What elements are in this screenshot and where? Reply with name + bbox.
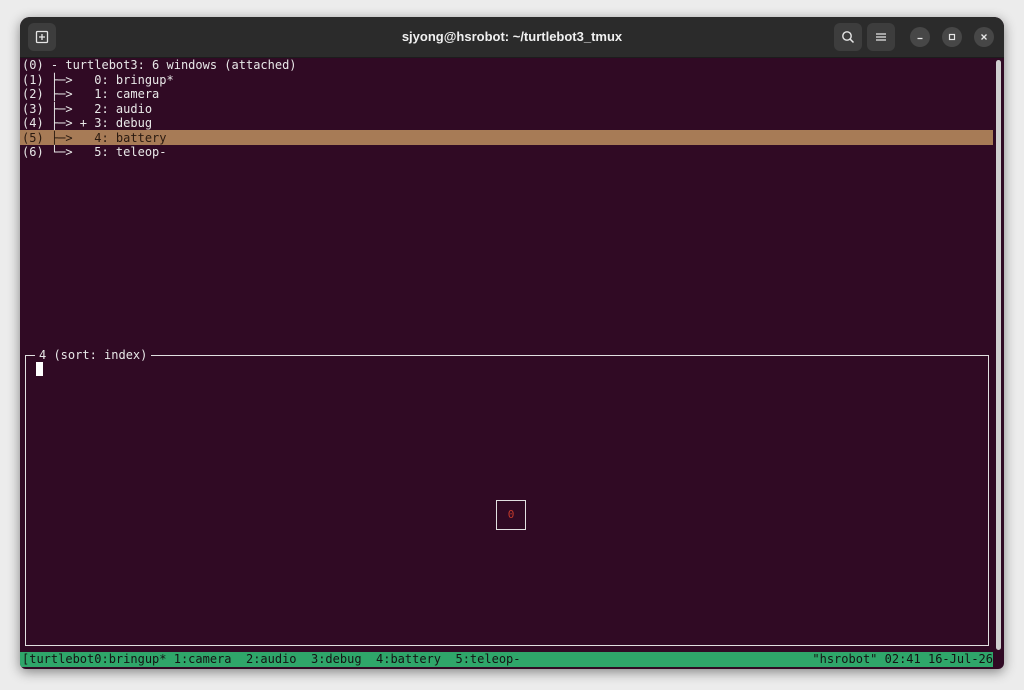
terminal-content[interactable]: (0) - turtlebot3: 6 windows (attached) (… xyxy=(20,58,1004,669)
tree-window-line[interactable]: (6) └─> 5: teleop- xyxy=(22,145,167,160)
minimize-button[interactable] xyxy=(910,27,930,47)
pane-number-indicator: 0 xyxy=(496,500,526,530)
maximize-icon xyxy=(948,33,956,41)
tree-window-line-selected[interactable]: (5) ├─> 4: battery xyxy=(22,131,167,146)
tree-window-line[interactable]: (3) ├─> 2: audio xyxy=(22,102,152,117)
tree-window-line[interactable]: (4) ├─> + 3: debug xyxy=(22,116,152,131)
scrollbar[interactable] xyxy=(996,60,1001,650)
tree-window-line[interactable]: (2) ├─> 1: camera xyxy=(22,87,159,102)
close-icon xyxy=(981,34,987,40)
search-button[interactable] xyxy=(834,23,862,51)
maximize-button[interactable] xyxy=(942,27,962,47)
search-icon xyxy=(842,31,855,44)
preview-label: 4 (sort: index) xyxy=(35,348,152,362)
menu-button[interactable] xyxy=(867,23,895,51)
status-host-time: "hsrobot" 02:41 16-Jul-26 xyxy=(812,652,993,666)
window-preview-pane: 4 (sort: index) 0 xyxy=(25,348,989,646)
minimize-icon xyxy=(917,37,923,40)
status-window-list: [turtlebot0:bringup* 1:camera 2:audio 3:… xyxy=(22,652,521,666)
hamburger-menu-icon xyxy=(876,33,886,41)
tmux-status-bar: [turtlebot0:bringup* 1:camera 2:audio 3:… xyxy=(20,652,993,667)
tree-window-line[interactable]: (1) ├─> 0: bringup* xyxy=(22,73,174,88)
tree-session-line[interactable]: (0) - turtlebot3: 6 windows (attached) xyxy=(22,58,297,73)
terminal-window: sjyong@hsrobot: ~/turtlebot3_tmux (0) - … xyxy=(20,17,1004,669)
close-button[interactable] xyxy=(974,27,994,47)
text-cursor xyxy=(36,362,43,376)
titlebar: sjyong@hsrobot: ~/turtlebot3_tmux xyxy=(20,17,1004,58)
